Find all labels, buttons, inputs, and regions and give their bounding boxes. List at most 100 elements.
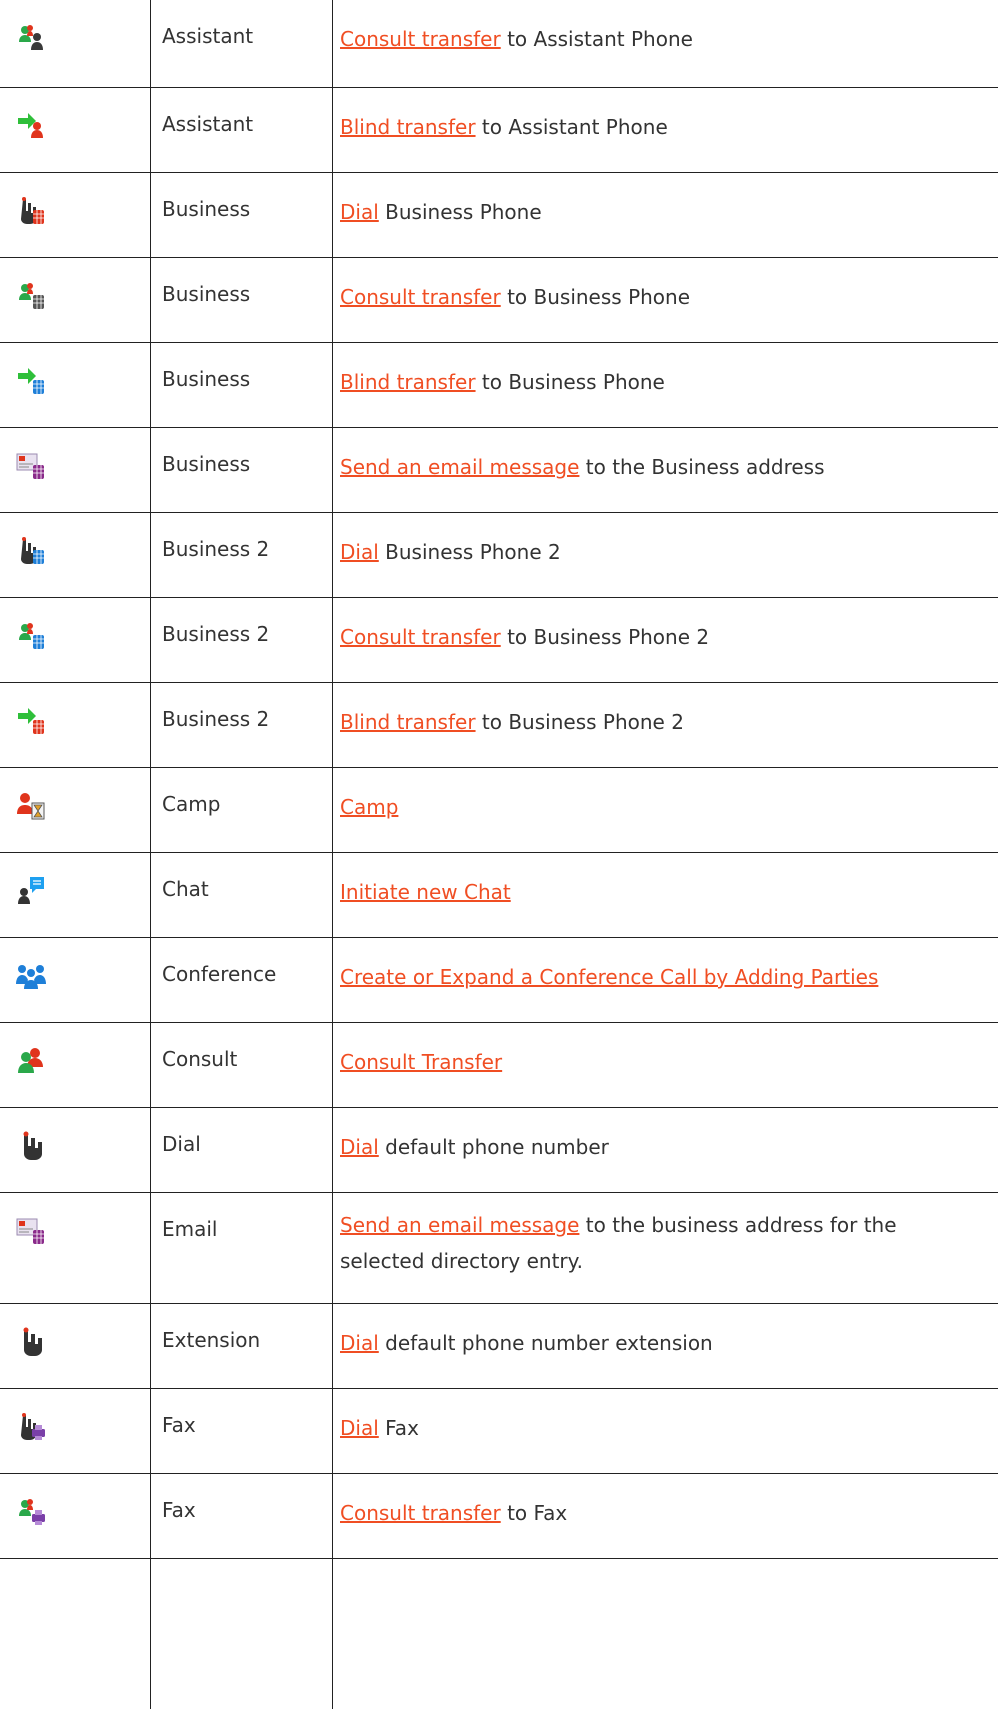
row-action: Consult transfer to Business Phone 2 xyxy=(340,620,990,654)
send-email-link[interactable]: Send an email message xyxy=(340,455,579,479)
action-text: to Business Phone xyxy=(500,285,691,309)
table-row: Business 2 Dial Business Phone 2 xyxy=(0,513,998,598)
row-action: Dial default phone number xyxy=(340,1130,990,1164)
table-row: Fax Dial Fax xyxy=(0,1389,998,1474)
row-type: Assistant xyxy=(162,112,254,136)
consult-transfer-business-2-icon xyxy=(19,623,44,649)
action-text: default phone number xyxy=(378,1135,609,1159)
camp-icon xyxy=(17,793,45,820)
row-type: Fax xyxy=(162,1413,196,1437)
action-text: to Fax xyxy=(500,1501,568,1525)
camp-link[interactable]: Camp xyxy=(340,795,398,819)
action-text: Fax xyxy=(378,1416,419,1440)
dial-link[interactable]: Dial xyxy=(340,1135,379,1159)
row-type: Camp xyxy=(162,792,221,816)
row-type: Business 2 xyxy=(162,537,270,561)
consult-transfer-business-icon xyxy=(19,283,44,309)
row-action: Dial Business Phone xyxy=(340,195,990,229)
action-text: to Business Phone 2 xyxy=(500,625,710,649)
table-row: Business 2 Blind transfer to Business Ph… xyxy=(0,683,998,768)
table-row: Fax Consult transfer to Fax xyxy=(0,1474,998,1559)
table-row: Dial Dial default phone number xyxy=(0,1108,998,1193)
action-text: to the Business address xyxy=(579,455,825,479)
consult-transfer-link[interactable]: Consult transfer xyxy=(340,1501,501,1525)
dial-business-icon xyxy=(21,197,44,224)
row-type: Extension xyxy=(162,1328,261,1352)
row-action: Initiate new Chat xyxy=(340,875,990,909)
row-type: Business xyxy=(162,367,251,391)
row-type: Dial xyxy=(162,1132,201,1156)
dial-link[interactable]: Dial xyxy=(340,1416,379,1440)
row-type: Business 2 xyxy=(162,622,270,646)
consult-icon xyxy=(18,1048,43,1073)
blind-transfer-assistant-icon xyxy=(18,113,43,138)
action-text: to Assistant Phone xyxy=(500,27,693,51)
row-type: Business 2 xyxy=(162,707,270,731)
blind-transfer-link[interactable]: Blind transfer xyxy=(340,115,476,139)
action-table: Assistant Consult transfer to Assistant … xyxy=(0,0,998,1709)
row-type: Fax xyxy=(162,1498,196,1522)
initiate-chat-link[interactable]: Initiate new Chat xyxy=(340,880,511,904)
action-text: to Business Phone xyxy=(475,370,665,394)
consult-transfer-link[interactable]: Consult Transfer xyxy=(340,1050,502,1074)
dial-link[interactable]: Dial xyxy=(340,1331,379,1355)
table-row: Extension Dial default phone number exte… xyxy=(0,1304,998,1389)
row-action: Consult transfer to Assistant Phone xyxy=(340,22,990,56)
dial-icon xyxy=(23,1131,42,1160)
dial-link[interactable]: Dial xyxy=(340,200,379,224)
consult-transfer-fax-icon xyxy=(19,1499,45,1525)
table-row: Business Send an email message to the Bu… xyxy=(0,428,998,513)
row-action: Dial default phone number extension xyxy=(340,1326,990,1360)
row-type: Business xyxy=(162,197,251,221)
row-action: Blind transfer to Business Phone xyxy=(340,365,990,399)
row-type: Consult xyxy=(162,1047,238,1071)
dial-fax-icon xyxy=(21,1413,45,1440)
action-text: to Business Phone 2 xyxy=(475,710,684,734)
blind-transfer-business-icon xyxy=(18,368,44,394)
blind-transfer-link[interactable]: Blind transfer xyxy=(340,710,476,734)
blind-transfer-business-2-icon xyxy=(18,708,44,734)
row-action: Send an email message to the Business ad… xyxy=(340,450,990,484)
row-action: Consult Transfer xyxy=(340,1045,990,1079)
table-row: Camp Camp xyxy=(0,768,998,853)
row-action: Dial Business Phone 2 xyxy=(340,535,990,569)
row-action: Blind transfer to Assistant Phone xyxy=(340,110,990,144)
email-icon xyxy=(16,1218,44,1244)
consult-transfer-link[interactable]: Consult transfer xyxy=(340,625,501,649)
row-type: Assistant xyxy=(162,24,254,48)
row-action: Consult transfer to Fax xyxy=(340,1496,990,1530)
action-text: to Assistant Phone xyxy=(475,115,668,139)
action-text: Business Phone xyxy=(378,200,542,224)
table-row: Conference Create or Expand a Conference… xyxy=(0,938,998,1023)
row-type: Conference xyxy=(162,962,277,986)
table-row: Chat Initiate new Chat xyxy=(0,853,998,938)
dial-link[interactable]: Dial xyxy=(340,540,379,564)
consult-transfer-link[interactable]: Consult transfer xyxy=(340,27,501,51)
table-row: Business Blind transfer to Business Phon… xyxy=(0,343,998,428)
row-action: Send an email message to the business ad… xyxy=(340,1207,960,1279)
table-row: Business Consult transfer to Business Ph… xyxy=(0,258,998,343)
row-action: Dial Fax xyxy=(340,1411,990,1445)
table-row: Consult Consult Transfer xyxy=(0,1023,998,1108)
row-action: Camp xyxy=(340,790,990,824)
blind-transfer-link[interactable]: Blind transfer xyxy=(340,370,476,394)
action-text: default phone number extension xyxy=(378,1331,713,1355)
action-text: Business Phone 2 xyxy=(378,540,561,564)
row-type: Email xyxy=(162,1217,218,1241)
table-row: Assistant Consult transfer to Assistant … xyxy=(0,0,998,88)
row-type: Business xyxy=(162,282,251,306)
table-row: Assistant Blind transfer to Assistant Ph… xyxy=(0,88,998,173)
table-row: Business 2 Consult transfer to Business … xyxy=(0,598,998,683)
email-business-icon xyxy=(16,453,44,479)
table-row: Business Dial Business Phone xyxy=(0,173,998,258)
dial-business-2-icon xyxy=(21,537,44,564)
conference-link[interactable]: Create or Expand a Conference Call by Ad… xyxy=(340,965,878,989)
row-action: Create or Expand a Conference Call by Ad… xyxy=(340,960,990,994)
table-row: Email Send an email message to the busin… xyxy=(0,1193,998,1304)
row-action: Consult transfer to Business Phone xyxy=(340,280,990,314)
consult-transfer-link[interactable]: Consult transfer xyxy=(340,285,501,309)
consult-transfer-assistant-icon xyxy=(19,25,43,50)
row-type: Chat xyxy=(162,877,209,901)
row-type: Business xyxy=(162,452,251,476)
send-email-link[interactable]: Send an email message xyxy=(340,1213,579,1237)
